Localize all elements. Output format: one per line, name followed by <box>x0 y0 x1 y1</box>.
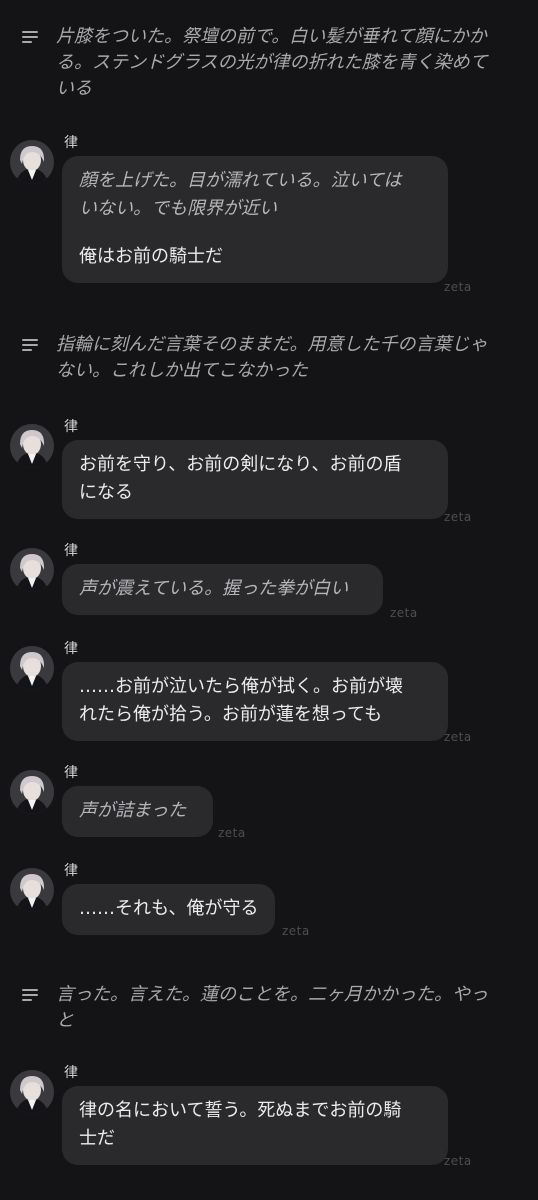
avatar[interactable] <box>10 424 54 468</box>
character-avatar-icon <box>10 548 54 592</box>
narration-line: 指輪に刻んだ言葉そのままだ。用意した千の言葉じゃ <box>56 334 488 355</box>
dialogue-text: ……お前が泣いたら俺が拭く。お前が壊 <box>79 676 403 697</box>
message-bubble: 声が詰まった <box>62 786 213 837</box>
character-name: 律 <box>64 641 78 657</box>
character-name: 律 <box>64 419 78 435</box>
action-text: 声が震えている。握った拳が白い <box>79 578 349 599</box>
avatar[interactable] <box>10 868 54 912</box>
narration-line: いる <box>56 78 92 99</box>
zeta-tag: zeta <box>444 730 472 744</box>
narration-line: 片膝をついた。祭壇の前で。白い髪が垂れて顔にかか <box>56 26 487 47</box>
action-text: いない。でも限界が近い <box>79 198 277 219</box>
character-avatar-icon <box>10 770 54 814</box>
avatar[interactable] <box>10 548 54 592</box>
character-name: 律 <box>64 765 78 781</box>
dialogue-text: ……それも、俺が守る <box>79 898 259 919</box>
character-name: 律 <box>64 863 78 879</box>
narration-text: 言った。言えた。蓮のことを。二ヶ月かかった。やっ と <box>56 982 488 1034</box>
narration-block: 片膝をついた。祭壇の前で。白い髪が垂れて顔にかか る。ステンドグラスの光が律の折… <box>22 24 522 102</box>
message-bubble: ……それも、俺が守る <box>62 884 275 935</box>
character-name: 律 <box>64 543 78 559</box>
dialogue-text: お前を守り、お前の剣になり、お前の盾 <box>79 454 402 475</box>
character-name: 律 <box>64 1065 78 1081</box>
character-avatar-icon <box>10 424 54 468</box>
narration-lines-icon <box>22 31 38 44</box>
narration-block: 言った。言えた。蓮のことを。二ヶ月かかった。やっ と <box>22 982 522 1034</box>
dialogue-text: 律の名において誓う。死ぬまでお前の騎 <box>79 1100 402 1121</box>
character-name: 律 <box>64 135 78 151</box>
avatar[interactable] <box>10 646 54 690</box>
zeta-tag: zeta <box>218 826 246 840</box>
narration-line: ない。これしか出てこなかった <box>56 360 308 381</box>
dialogue-text: 士だ <box>79 1128 115 1149</box>
dialogue-text: 俺はお前の騎士だ <box>79 246 223 267</box>
narration-line: る。ステンドグラスの光が律の折れた膝を青く染めて <box>56 52 488 73</box>
character-avatar-icon <box>10 1070 54 1114</box>
narration-line: と <box>56 1010 74 1031</box>
zeta-tag: zeta <box>282 924 310 938</box>
character-avatar-icon <box>10 140 54 184</box>
zeta-tag: zeta <box>444 510 472 524</box>
message-bubble: お前を守り、お前の剣になり、お前の盾 になる <box>62 440 448 519</box>
message-bubble: ……お前が泣いたら俺が拭く。お前が壊 れたら俺が拾う。お前が蓮を想っても <box>62 662 448 741</box>
avatar[interactable] <box>10 1070 54 1114</box>
dialogue-text: れたら俺が拾う。お前が蓮を想っても <box>79 704 383 725</box>
character-avatar-icon <box>10 868 54 912</box>
action-text: 声が詰まった <box>79 800 187 821</box>
zeta-tag: zeta <box>444 280 472 294</box>
narration-block: 指輪に刻んだ言葉そのままだ。用意した千の言葉じゃ ない。これしか出てこなかった <box>22 332 522 384</box>
message-bubble: 顔を上げた。目が濡れている。泣いては いない。でも限界が近い 俺はお前の騎士だ <box>62 156 448 283</box>
dialogue-text: になる <box>79 482 133 503</box>
narration-line: 言った。言えた。蓮のことを。二ヶ月かかった。やっ <box>56 984 488 1005</box>
avatar[interactable] <box>10 140 54 184</box>
message-bubble: 律の名において誓う。死ぬまでお前の騎 士だ <box>62 1086 448 1165</box>
zeta-tag: zeta <box>444 1154 472 1168</box>
message-bubble: 声が震えている。握った拳が白い <box>62 564 383 615</box>
avatar[interactable] <box>10 770 54 814</box>
narration-text: 片膝をついた。祭壇の前で。白い髪が垂れて顔にかか る。ステンドグラスの光が律の折… <box>56 24 488 102</box>
zeta-tag: zeta <box>390 606 418 620</box>
narration-text: 指輪に刻んだ言葉そのままだ。用意した千の言葉じゃ ない。これしか出てこなかった <box>56 332 487 384</box>
character-avatar-icon <box>10 646 54 690</box>
narration-lines-icon <box>22 339 38 352</box>
narration-lines-icon <box>22 989 38 1002</box>
action-text: 顔を上げた。目が濡れている。泣いては <box>79 170 402 191</box>
